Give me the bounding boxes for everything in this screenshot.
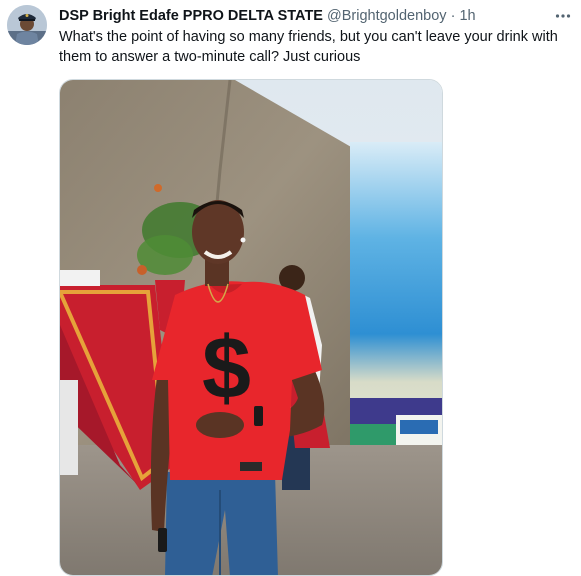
more-horizontal-icon: [555, 14, 571, 18]
display-name[interactable]: DSP Bright Edafe PPRO DELTA STATE: [59, 8, 323, 24]
more-icon[interactable]: [551, 6, 575, 26]
tweet-text: What's the point of having so many frien…: [59, 29, 558, 65]
separator-dot: ·: [450, 8, 456, 24]
photo-image: $: [60, 80, 442, 575]
avatar-image: [7, 5, 47, 45]
tweet-card[interactable]: DSP Bright Edafe PPRO DELTA STATE @Brigh…: [0, 0, 581, 576]
user-handle[interactable]: @Brightgoldenboy: [327, 8, 447, 24]
tweet-photo[interactable]: $: [59, 79, 443, 576]
timestamp[interactable]: 1h: [459, 8, 475, 24]
avatar[interactable]: [7, 5, 47, 45]
svg-text:$: $: [202, 318, 251, 417]
tweet-header: DSP Bright Edafe PPRO DELTA STATE @Brigh…: [59, 6, 539, 26]
